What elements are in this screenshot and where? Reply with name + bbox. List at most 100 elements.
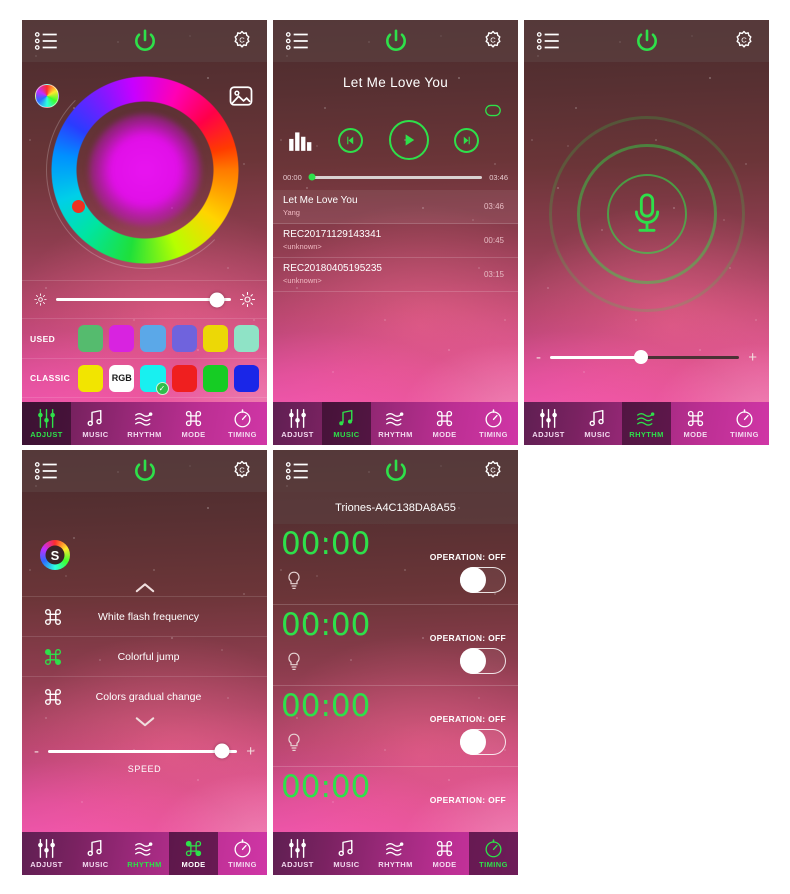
nav-tab-music[interactable]: MUSIC	[573, 402, 622, 445]
list-menu-icon[interactable]	[34, 458, 60, 484]
equalizer-icon[interactable]	[287, 128, 313, 152]
list-item[interactable]: Let Me Love You Yang 03:46	[273, 190, 518, 224]
nav-tab-rhythm[interactable]: RHYTHM	[120, 402, 169, 445]
timer-toggle[interactable]	[460, 648, 506, 674]
nav-tab-music[interactable]: MUSIC	[71, 402, 120, 445]
list-menu-icon[interactable]	[285, 458, 311, 484]
sound-wave-icon	[637, 412, 655, 426]
next-track-icon[interactable]	[453, 127, 479, 153]
power-icon[interactable]	[634, 28, 660, 54]
nav-tab-mode[interactable]: MODE	[420, 832, 469, 875]
speed-slider-handle[interactable]	[214, 743, 230, 759]
classic-swatch-4[interactable]	[171, 364, 197, 392]
timer-time[interactable]: 00:00	[281, 607, 370, 643]
used-swatch-4[interactable]	[171, 325, 197, 352]
nav-tab-mode[interactable]: MODE	[420, 402, 469, 445]
scroll-up-button[interactable]	[22, 576, 267, 598]
classic-swatch-6[interactable]	[233, 364, 260, 392]
classic-swatch-rgb[interactable]: RGB	[109, 364, 135, 392]
list-item[interactable]: White flash frequency	[22, 596, 267, 636]
selected-color-glow	[88, 114, 201, 226]
nav-tab-rhythm[interactable]: RHYTHM	[371, 402, 420, 445]
nav-tab-mode[interactable]: MODE	[169, 832, 218, 875]
brightness-slider[interactable]	[56, 292, 231, 307]
timer-time[interactable]: 00:00	[281, 688, 370, 724]
nav-tab-adjust[interactable]: ADJUST	[524, 402, 573, 445]
nav-label-adjust: ADJUST	[532, 430, 565, 439]
used-swatch-1[interactable]	[78, 325, 104, 352]
speed-badge[interactable]: S	[40, 540, 70, 570]
nav-tab-music[interactable]: MUSIC	[322, 402, 371, 445]
nav-tab-adjust[interactable]: ADJUST	[22, 832, 71, 875]
mode-label: Colorful jump	[117, 650, 180, 663]
nav-tab-timing[interactable]: TIMING	[218, 402, 267, 445]
speed-minus-label[interactable]: -	[34, 744, 39, 759]
microphone-listen-button[interactable]	[548, 116, 745, 312]
gear-icon[interactable]: C	[480, 458, 506, 484]
hue-ring-handle[interactable]	[71, 200, 85, 213]
nav-label-mode: MODE	[432, 430, 457, 439]
nav-tab-timing[interactable]: TIMING	[469, 832, 518, 875]
nav-tab-music[interactable]: MUSIC	[71, 832, 120, 875]
list-item[interactable]: 00:00 OPERATION: OFF	[273, 524, 518, 605]
power-icon[interactable]	[383, 28, 409, 54]
nav-tab-music[interactable]: MUSIC	[322, 832, 371, 875]
list-menu-icon[interactable]	[34, 28, 60, 54]
nav-tab-adjust[interactable]: ADJUST	[273, 402, 322, 445]
sensitivity-slider-handle[interactable]	[633, 350, 648, 364]
timer-time[interactable]: 00:00	[281, 769, 370, 805]
sensitivity-slider[interactable]	[550, 350, 740, 364]
nav-label-timing: TIMING	[228, 430, 257, 439]
list-item[interactable]: Colorful jump	[22, 636, 267, 676]
playback-seek-handle[interactable]	[308, 173, 316, 181]
nav-tab-rhythm[interactable]: RHYTHM	[120, 832, 169, 875]
list-item[interactable]: REC20171129143341 <unknown> 00:45	[273, 224, 518, 258]
nav-label-music: MUSIC	[82, 430, 109, 439]
list-menu-icon[interactable]	[536, 28, 562, 54]
scroll-down-button[interactable]	[22, 710, 267, 732]
list-menu-icon[interactable]	[285, 28, 311, 54]
hue-color-ring[interactable]	[45, 71, 244, 269]
used-swatch-3[interactable]	[140, 325, 166, 352]
play-icon[interactable]	[388, 120, 429, 160]
used-swatch-6[interactable]	[233, 325, 260, 352]
chevron-down-icon	[135, 716, 154, 726]
playback-seek-bar[interactable]	[308, 173, 483, 181]
gear-icon[interactable]: C	[229, 28, 255, 54]
sliders-icon	[289, 409, 306, 428]
nav-label-rhythm: RHYTHM	[378, 860, 413, 869]
timer-toggle[interactable]	[460, 729, 506, 755]
command-loop-icon	[45, 608, 61, 625]
used-swatch-2[interactable]	[109, 325, 135, 352]
nav-tab-mode[interactable]: MODE	[169, 402, 218, 445]
power-icon[interactable]	[383, 458, 409, 484]
classic-swatch-1[interactable]	[78, 364, 104, 392]
classic-swatch-3[interactable]: ✓	[140, 364, 169, 395]
speed-slider[interactable]	[48, 743, 238, 759]
nav-tab-adjust[interactable]: ADJUST	[22, 402, 71, 445]
sensitivity-minus-label[interactable]: -	[536, 350, 541, 365]
gear-icon[interactable]: C	[229, 458, 255, 484]
nav-tab-rhythm[interactable]: RHYTHM	[371, 832, 420, 875]
timer-toggle[interactable]	[460, 567, 506, 593]
list-item[interactable]: 00:00 OPERATION: OFF	[273, 605, 518, 686]
brightness-slider-handle[interactable]	[209, 292, 225, 307]
nav-tab-adjust[interactable]: ADJUST	[273, 832, 322, 875]
list-item[interactable]: 00:00 OPERATION: OFF	[273, 686, 518, 767]
nav-tab-mode[interactable]: MODE	[671, 402, 720, 445]
nav-tab-rhythm[interactable]: RHYTHM	[622, 402, 671, 445]
sensitivity-plus-label[interactable]: +	[748, 350, 757, 365]
used-swatch-5[interactable]	[202, 325, 228, 352]
power-icon[interactable]	[132, 458, 158, 484]
gear-icon[interactable]: C	[480, 28, 506, 54]
nav-tab-timing[interactable]: TIMING	[218, 832, 267, 875]
nav-tab-timing[interactable]: TIMING	[720, 402, 769, 445]
power-icon[interactable]	[132, 28, 158, 54]
classic-swatch-5[interactable]	[202, 364, 228, 392]
list-item[interactable]: REC20180405195235 <unknown> 03:15	[273, 258, 518, 292]
speed-plus-label[interactable]: +	[246, 744, 255, 759]
gear-icon[interactable]: C	[731, 28, 757, 54]
previous-track-icon[interactable]	[338, 127, 364, 153]
timer-time[interactable]: 00:00	[281, 526, 370, 562]
nav-tab-timing[interactable]: TIMING	[469, 402, 518, 445]
